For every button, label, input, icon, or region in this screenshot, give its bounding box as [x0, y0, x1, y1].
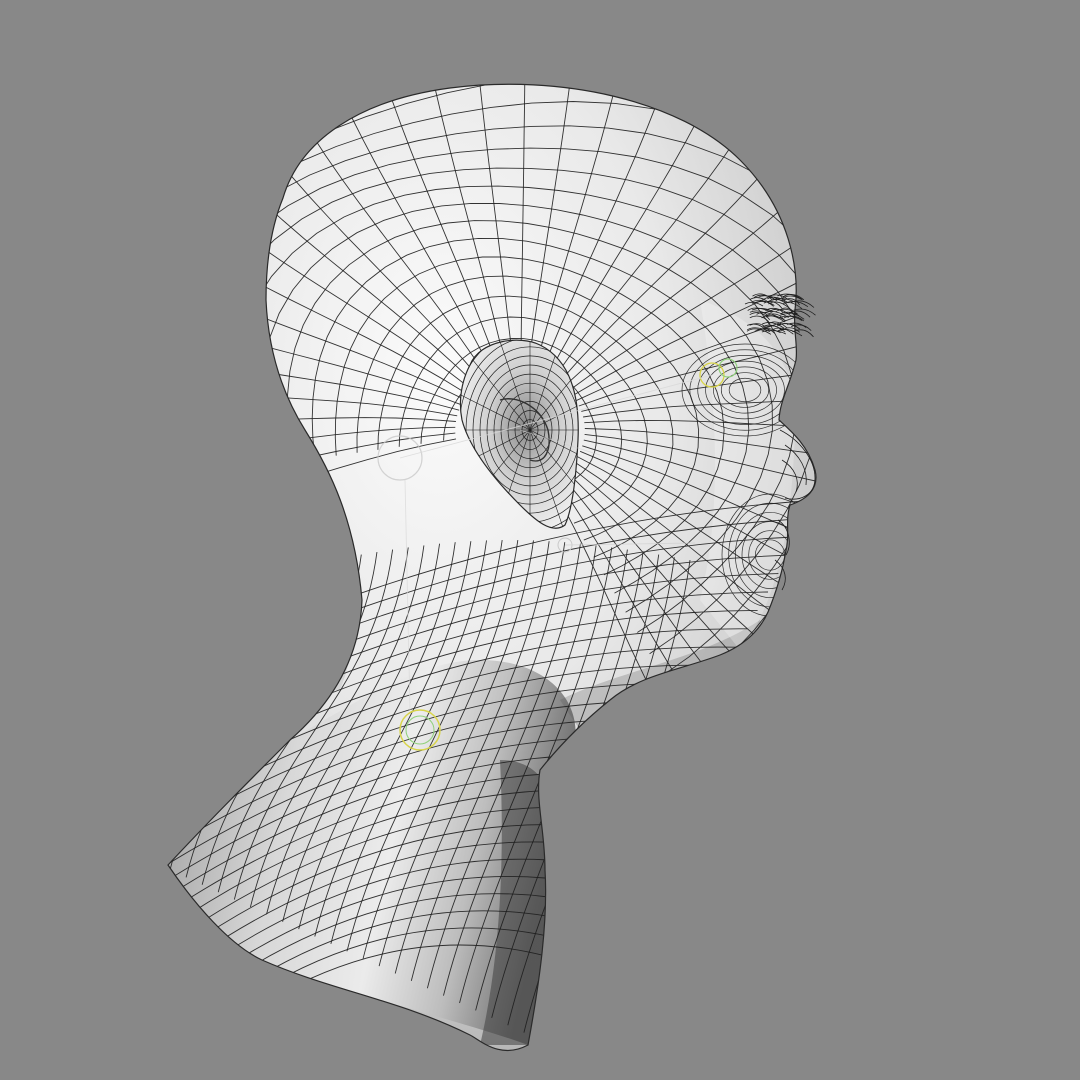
3d-viewport[interactable]: [0, 0, 1080, 1080]
viewport-canvas[interactable]: [0, 0, 1080, 1080]
